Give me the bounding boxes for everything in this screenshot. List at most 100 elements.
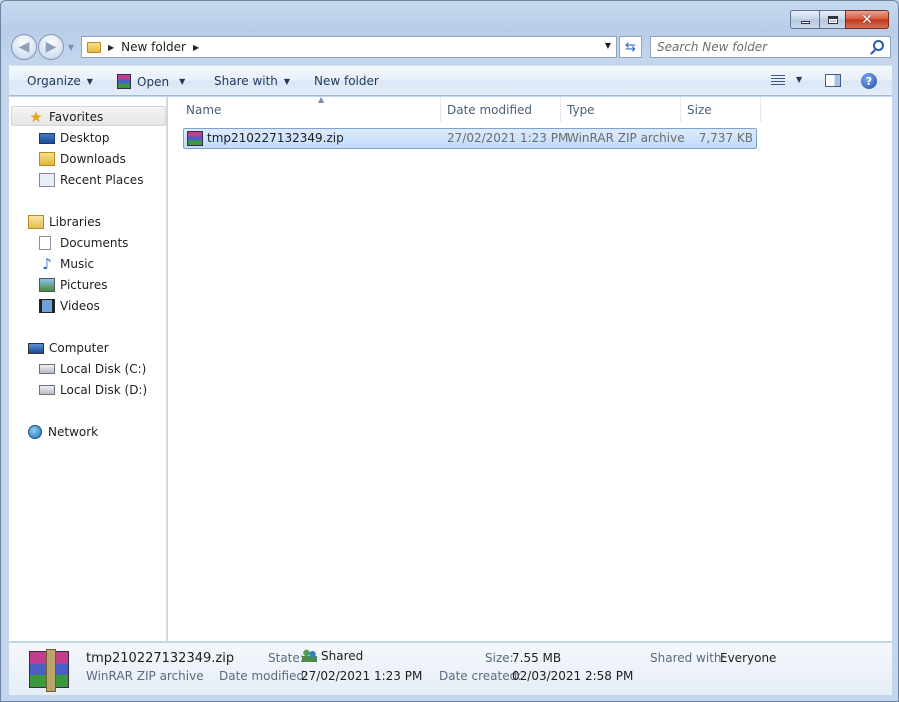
recent-places-icon: [39, 173, 55, 187]
search-icon[interactable]: [873, 40, 884, 51]
shared-with-value[interactable]: Everyone: [720, 651, 776, 665]
sidebar-label: Downloads: [60, 152, 126, 166]
caption-buttons: ✕: [790, 10, 889, 29]
column-header-date-modified[interactable]: Date modified: [441, 97, 561, 122]
arrow-left-icon: ◀: [18, 39, 30, 55]
new-folder-button[interactable]: New folder: [314, 74, 379, 88]
new-folder-label: New folder: [314, 74, 379, 88]
sort-ascending-icon: ▲: [318, 95, 325, 104]
column-label: Date modified: [447, 102, 533, 117]
address-history-dropdown[interactable]: ▼: [605, 41, 611, 50]
file-list: ▲ Name Date modified Type Size tmp210227…: [168, 95, 892, 641]
pictures-icon: [39, 278, 55, 292]
sidebar-item-recent-places[interactable]: Recent Places: [39, 170, 143, 190]
command-bar: Organize ▼ Open ▼ Share with ▼ New folder ▼…: [9, 65, 892, 96]
table-row[interactable]: tmp210227132349.zip 27/02/2021 1:23 PM W…: [183, 128, 757, 149]
sidebar-item-videos[interactable]: Videos: [39, 296, 100, 316]
state-label: State:: [268, 651, 304, 665]
search-box[interactable]: [650, 36, 891, 58]
arrow-right-icon: ▶: [45, 39, 57, 55]
column-label: Size: [687, 102, 712, 117]
refresh-button[interactable]: ⇆: [619, 36, 642, 58]
organize-label: Organize: [27, 74, 81, 88]
winrar-archive-icon: [187, 131, 203, 146]
sidebar-label: Favorites: [49, 110, 104, 124]
sidebar-label: Pictures: [60, 278, 108, 292]
sidebar-item-computer[interactable]: Computer: [28, 338, 109, 358]
minimize-icon: [800, 21, 810, 24]
views-dropdown[interactable]: ▼: [796, 75, 802, 84]
details-filetype: WinRAR ZIP archive: [86, 669, 204, 683]
sidebar-item-music[interactable]: ♪ Music: [39, 254, 94, 274]
breadcrumb-chevron-icon[interactable]: ▶: [193, 43, 199, 52]
documents-icon: [39, 236, 51, 250]
open-button[interactable]: Open ▼: [117, 74, 185, 89]
file-date-modified: 27/02/2021 1:23 PM: [447, 131, 569, 145]
refresh-icon: ⇆: [625, 39, 636, 55]
music-icon: ♪: [42, 255, 52, 273]
maximize-button[interactable]: [819, 10, 845, 29]
sidebar-label: Music: [60, 257, 95, 271]
organize-button[interactable]: Organize ▼: [27, 74, 93, 88]
sidebar-label: Desktop: [60, 131, 110, 145]
videos-icon: [39, 299, 55, 313]
file-name: tmp210227132349.zip: [207, 131, 344, 145]
date-modified-label: Date modified:: [219, 669, 309, 683]
date-modified-value[interactable]: 27/02/2021 1:23 PM: [301, 669, 422, 683]
sidebar-item-local-disk-c[interactable]: Local Disk (C:): [39, 359, 146, 379]
network-icon: [28, 425, 42, 439]
chevron-down-icon: ▼: [179, 77, 186, 86]
date-created-label: Date created:: [439, 669, 522, 683]
star-icon: ★: [29, 108, 43, 126]
disk-icon: [39, 364, 55, 374]
column-header-type[interactable]: Type: [561, 97, 681, 122]
details-pane: tmp210227132349.zip WinRAR ZIP archive S…: [9, 642, 892, 695]
size-value: 7.55 MB: [512, 651, 562, 665]
computer-icon: [28, 342, 44, 354]
sidebar-item-network[interactable]: Network: [28, 422, 98, 442]
back-button[interactable]: ◀: [11, 34, 37, 60]
column-label: Type: [567, 102, 595, 117]
file-type: WinRAR ZIP archive: [567, 131, 685, 145]
details-filename: tmp210227132349.zip: [86, 651, 235, 666]
sidebar-label: Videos: [60, 299, 100, 313]
explorer-window: ✕ ◀ ▶ ▼ ▶ New folder ▶ ▼ ⇆ Organize ▼ Ope…: [0, 0, 899, 702]
sidebar-item-desktop[interactable]: Desktop: [39, 128, 110, 148]
shared-with-label: Shared with:: [650, 651, 726, 665]
close-icon: ✕: [861, 11, 873, 28]
forward-button[interactable]: ▶: [38, 34, 64, 60]
address-bar[interactable]: ▶ New folder ▶ ▼: [81, 36, 617, 58]
breadcrumb-chevron-icon[interactable]: ▶: [108, 43, 114, 52]
sidebar-item-favorites[interactable]: ★ Favorites: [28, 107, 103, 127]
sidebar-label: Local Disk (D:): [60, 383, 148, 397]
preview-pane-icon[interactable]: [825, 74, 841, 87]
winrar-icon: [117, 74, 131, 89]
sidebar-item-downloads[interactable]: Downloads: [39, 149, 126, 169]
column-label: Name: [186, 102, 222, 117]
chevron-down-icon: ▼: [86, 76, 93, 86]
share-with-label: Share with: [214, 74, 278, 88]
sidebar-label: Recent Places: [60, 173, 144, 187]
views-icon[interactable]: [771, 75, 785, 86]
date-created-value[interactable]: 02/03/2021 2:58 PM: [512, 669, 633, 683]
folder-icon: [87, 41, 101, 53]
sidebar-item-documents[interactable]: Documents: [39, 233, 128, 253]
sidebar-label: Libraries: [49, 215, 101, 229]
sidebar-item-local-disk-d[interactable]: Local Disk (D:): [39, 380, 147, 400]
help-icon[interactable]: ?: [861, 73, 877, 89]
share-with-button[interactable]: Share with ▼: [214, 74, 290, 88]
column-header-name[interactable]: ▲ Name: [180, 95, 441, 122]
navigation-buttons: ◀ ▶ ▼: [11, 34, 74, 60]
sidebar-label: Documents: [60, 236, 129, 250]
state-value: Shared: [302, 649, 363, 663]
sidebar-item-pictures[interactable]: Pictures: [39, 275, 108, 295]
breadcrumb-item[interactable]: New folder: [121, 40, 186, 54]
close-button[interactable]: ✕: [845, 10, 889, 29]
recent-pages-dropdown[interactable]: ▼: [68, 43, 74, 52]
sidebar-item-libraries[interactable]: Libraries: [28, 212, 101, 232]
sidebar-label: Network: [48, 425, 99, 439]
minimize-button[interactable]: [790, 10, 819, 29]
search-input[interactable]: [657, 40, 867, 54]
desktop-icon: [39, 132, 55, 144]
column-header-size[interactable]: Size: [681, 97, 761, 122]
